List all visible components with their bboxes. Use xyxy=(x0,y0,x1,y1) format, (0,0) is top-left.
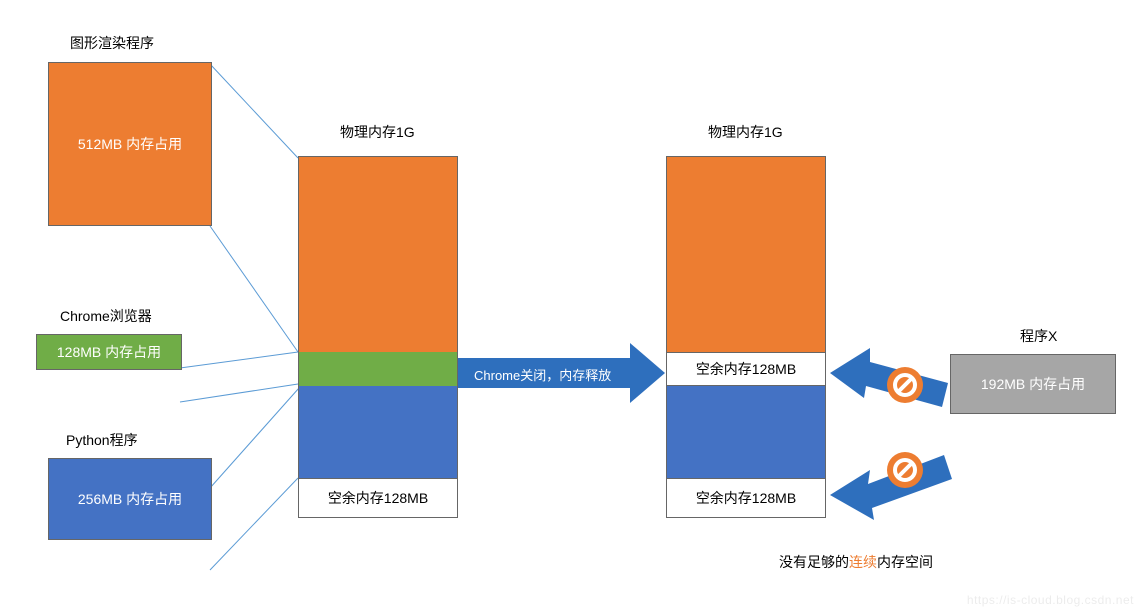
not-enough-highlight: 连续 xyxy=(849,554,877,570)
left-mem-free: 空余内存128MB xyxy=(298,478,458,518)
left-mem-free-text: 空余内存128MB xyxy=(328,488,428,508)
program-x-box: 192MB 内存占用 xyxy=(950,354,1116,414)
chrome-text: 128MB 内存占用 xyxy=(57,342,161,362)
graphics-text: 512MB 内存占用 xyxy=(78,134,182,154)
right-mem-graphics xyxy=(666,156,826,352)
left-mem-graphics xyxy=(298,156,458,352)
right-mem-free2: 空余内存128MB xyxy=(666,478,826,518)
not-enough-prefix: 没有足够的 xyxy=(779,554,849,570)
right-memory-title: 物理内存1G xyxy=(708,122,783,142)
right-mem-free2-text: 空余内存128MB xyxy=(696,488,796,508)
watermark: https://is-cloud.blog.csdn.net xyxy=(967,593,1134,607)
right-mem-python xyxy=(666,386,826,478)
left-memory-title: 物理内存1G xyxy=(340,122,415,142)
graphics-box: 512MB 内存占用 xyxy=(48,62,212,226)
right-mem-free1-text: 空余内存128MB xyxy=(696,359,796,379)
not-enough-label: 没有足够的连续内存空间 xyxy=(779,552,933,572)
python-text: 256MB 内存占用 xyxy=(78,489,182,509)
python-title: Python程序 xyxy=(66,430,138,450)
python-box: 256MB 内存占用 xyxy=(48,458,212,540)
chrome-title: Chrome浏览器 xyxy=(60,306,152,326)
chrome-box: 128MB 内存占用 xyxy=(36,334,182,370)
program-x-title: 程序X xyxy=(1020,326,1057,346)
left-mem-chrome xyxy=(298,352,458,386)
left-mem-python xyxy=(298,386,458,478)
release-label: Chrome关闭，内存释放 xyxy=(474,365,611,384)
not-enough-suffix: 内存空间 xyxy=(877,554,933,570)
graphics-title: 图形渲染程序 xyxy=(70,33,154,53)
right-mem-free1: 空余内存128MB xyxy=(666,352,826,386)
program-x-text: 192MB 内存占用 xyxy=(981,374,1085,394)
